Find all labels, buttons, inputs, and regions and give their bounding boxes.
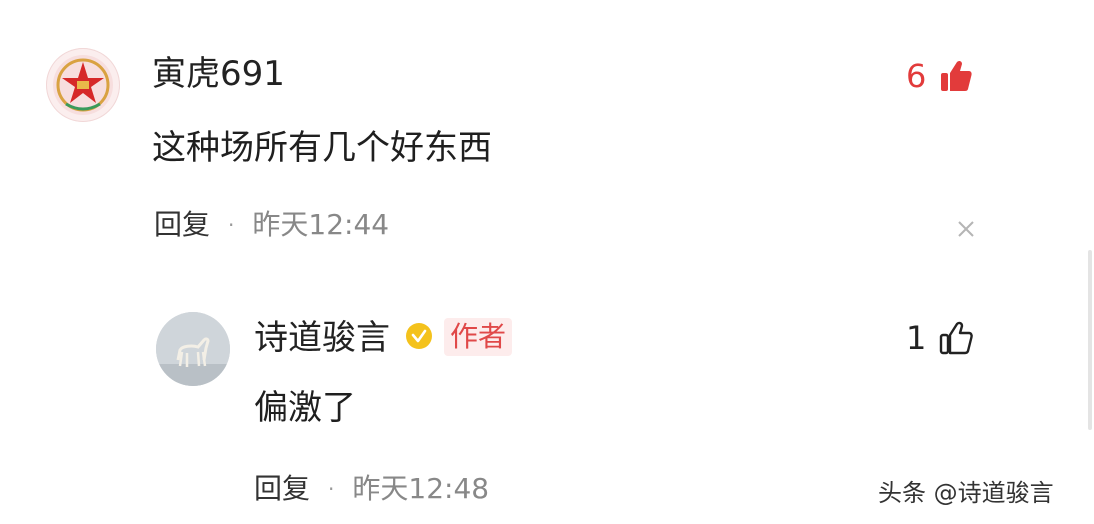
reply-time: 昨天12:48 [352,472,490,505]
army-emblem-icon [53,55,113,115]
thumbs-up-filled-icon [941,60,972,91]
thumbs-up-outline-icon [940,321,974,355]
comment-time: 昨天12:44 [252,208,390,241]
scrollbar-thumb[interactable] [1088,250,1092,430]
horse-photo-icon [156,312,230,386]
like-button[interactable]: 6 [906,56,974,96]
close-icon[interactable] [955,218,977,240]
like-count: 1 [906,319,927,357]
scrollbar[interactable] [1084,0,1092,524]
reply-username[interactable]: 诗道骏言 [254,318,390,358]
avatar[interactable] [46,48,120,122]
reply-button[interactable]: 回复 [254,472,310,506]
comment-meta: 回复 · 昨天12:44 [154,208,389,242]
separator-dot: · [328,477,335,501]
like-count: 6 [906,57,927,95]
comment-text: 这种场所有几个好东西 [152,128,492,168]
separator-dot: · [228,213,235,237]
watermark: 头条 @诗道骏言 [878,479,1054,507]
reply-meta: 回复 · 昨天12:48 [254,472,489,506]
reply-text: 偏激了 [254,388,356,428]
author-badge: 作者 [444,318,513,356]
like-button[interactable]: 1 [906,318,974,358]
comment-username[interactable]: 寅虎691 [152,54,285,94]
verified-icon [405,322,433,350]
avatar[interactable] [156,312,230,386]
reply-button[interactable]: 回复 [154,208,210,242]
